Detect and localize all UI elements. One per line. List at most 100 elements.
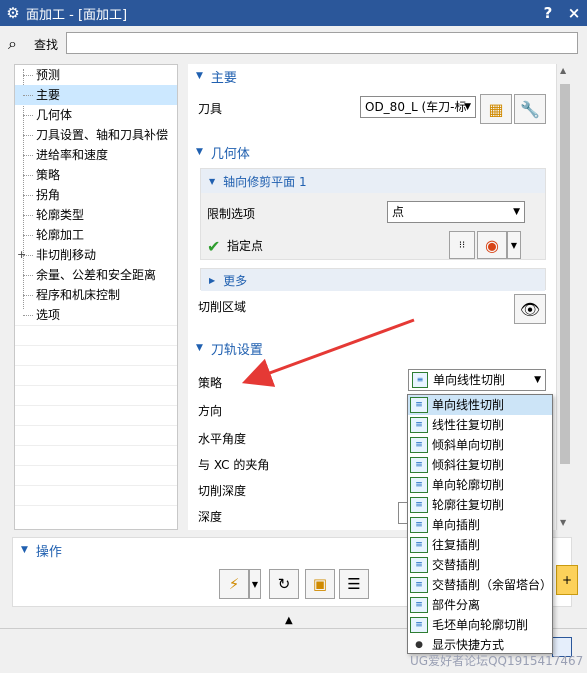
tree-item-label: 轮廓类型 [36,208,85,222]
point-dialog-icon: ⁝⁝ [458,239,466,251]
tree-item[interactable]: 主要 [15,85,177,105]
list-button[interactable]: ☰ [339,569,369,599]
verify-button[interactable]: ▣ [305,569,335,599]
specify-point-label: 指定点 [227,239,264,253]
tree-empty-row [15,345,177,365]
search-bar: ⌕ 查找 [0,26,587,62]
plunge-icon: ≡ [410,517,428,533]
tree-item[interactable]: 选项 [15,305,177,325]
main-group-header[interactable]: ▼ 主要 [188,64,556,88]
tree-item[interactable]: + 非切削移动 [15,245,177,265]
contour-zigzag-icon: ≡ [410,497,428,513]
toolpath-settings-header[interactable]: ▼ 刀轨设置 [188,336,556,360]
tree-item-label: 选项 [36,308,61,322]
zigzag-plunge-icon: ≡ [410,537,428,553]
search-input[interactable] [66,32,578,54]
new-tool-button[interactable]: ▦ [480,94,512,124]
generate-button[interactable]: ⚡ [219,569,249,599]
strategy-option[interactable]: ≡ 轮廓往复切削 [408,495,552,515]
alternate-plunge-icon: ≡ [410,557,428,573]
panel-scrollbar[interactable]: ▲ ▼ [556,64,572,530]
tool-label: 刀具 [198,102,223,116]
strategy-option[interactable]: ≡ 倾斜往复切削 [408,455,552,475]
expand-triangle-icon: ▶ [209,275,216,285]
collapse-triangle-icon: ▼ [196,147,203,157]
scroll-thumb[interactable] [560,84,570,464]
tool-select-value: OD_80_L (车刀-标 [365,100,467,114]
tree-empty-row [15,465,177,485]
main-group: ▼ 主要 刀具 OD_80_L (车刀-标 ▼ ▦ 🔧 [188,64,556,136]
collapse-up-icon[interactable]: ▲ [285,615,293,626]
strategy-option[interactable]: ≡ 部件分离 [408,595,552,615]
strategy-option[interactable]: ≡ 单向轮廓切削 [408,475,552,495]
strategy-option[interactable]: ≡ 倾斜单向切削 [408,435,552,455]
tree-item[interactable]: 轮廓加工 [15,225,177,245]
strategy-option[interactable]: ≡ 交替插削（余留塔台） [408,575,552,595]
tree-item-label: 程序和机床控制 [36,288,121,302]
tree-item[interactable]: 预测 [15,65,177,85]
replay-icon: ↻ [277,575,291,593]
strategy-option[interactable]: ≡ 单向线性切削 [408,395,552,415]
tree-empty-row [15,385,177,405]
strategy-select[interactable]: ≡ 单向线性切削 ▼ [408,369,546,391]
collapse-triangle-icon: ▼ [209,176,216,186]
inferred-point-button[interactable]: ◉ [477,231,507,259]
search-label: 查找 [34,37,59,52]
tree-item-label: 主要 [36,88,61,102]
linear-cut-icon: ≡ [410,397,428,413]
strategy-option[interactable]: ≡ 线性往复切削 [408,415,552,435]
strategy-option-label: 毛坯单向轮廓切削 [432,618,529,632]
zigzag-cut-icon: ≡ [410,417,428,433]
replay-button[interactable]: ↻ [269,569,299,599]
help-button[interactable]: ? [535,4,561,22]
checkmark-icon: ✔ [207,237,221,256]
tree-item-label: 非切削移动 [36,248,97,262]
plus-icon: + [561,573,573,587]
strategy-option-label: 交替插削 [432,558,481,572]
axial-trim-plane-header[interactable]: ▼ 轴向修剪平面 1 [201,169,545,193]
limit-option-select[interactable]: 点 ▼ [387,201,525,223]
tree-item[interactable]: 几何体 [15,105,177,125]
alternate-plunge-tower-icon: ≡ [410,577,428,593]
strategy-option[interactable]: ≡ 往复插削 [408,535,552,555]
strategy-option[interactable]: ≡ 单向插削 [408,515,552,535]
strategy-option[interactable]: ≡ 交替插削 [408,555,552,575]
point-type-dropdown[interactable]: ▼ [507,231,521,259]
show-cut-region-button[interactable]: 👁 [514,294,546,324]
side-action-button[interactable]: + [556,565,578,595]
expand-plus-icon[interactable]: + [17,245,26,265]
limit-option-label: 限制选项 [207,207,256,221]
tree-item[interactable]: 进给率和速度 [15,145,177,165]
tree-item-label: 余量、公差和安全距离 [36,268,157,282]
close-button[interactable]: × [561,4,587,22]
toolpath-settings-title: 刀轨设置 [210,342,263,358]
tree-item[interactable]: 程序和机床控制 [15,285,177,305]
generate-dropdown[interactable]: ▼ [249,569,261,599]
tree-item[interactable]: 余量、公差和安全距离 [15,265,177,285]
edit-tool-button[interactable]: 🔧 [514,94,546,124]
tree-item[interactable]: 拐角 [15,185,177,205]
collapse-triangle-icon: ▼ [196,343,203,353]
collapse-triangle-icon: ▼ [196,71,203,81]
more-header[interactable]: ▶ 更多 [201,269,545,291]
tree-item[interactable]: 刀具设置、轴和刀具补偿 [15,125,177,145]
horizontal-angle-label: 水平角度 [198,432,247,446]
tree-item[interactable]: 轮廓类型 [15,205,177,225]
tree-empty-row [15,405,177,425]
tree-empty-row [15,485,177,505]
tree-empty-row [15,505,177,525]
eye-icon: ● [415,640,423,650]
cut-depth-label: 切削深度 [198,484,247,498]
direction-label: 方向 [198,404,223,418]
scroll-down-icon[interactable]: ▼ [560,518,566,527]
axial-trim-plane-group: ▼ 轴向修剪平面 1 限制选项 点 ▼ ✔ 指定点 ⁝⁝ ◉ ▼ [200,168,546,260]
point-dialog-button[interactable]: ⁝⁝ [449,231,475,259]
tree-item[interactable]: 策略 [15,165,177,185]
strategy-option[interactable]: ≡ 毛坯单向轮廓切削 [408,615,552,635]
chevron-down-icon: ▼ [510,240,518,250]
tool-select[interactable]: OD_80_L (车刀-标 ▼ [360,96,476,118]
watermark: UG爱好者论坛QQ1915417467 [410,654,584,668]
scroll-up-icon[interactable]: ▲ [560,66,566,75]
blank-contour-icon: ≡ [410,617,428,633]
geometry-group-header[interactable]: ▼ 几何体 [188,140,556,164]
